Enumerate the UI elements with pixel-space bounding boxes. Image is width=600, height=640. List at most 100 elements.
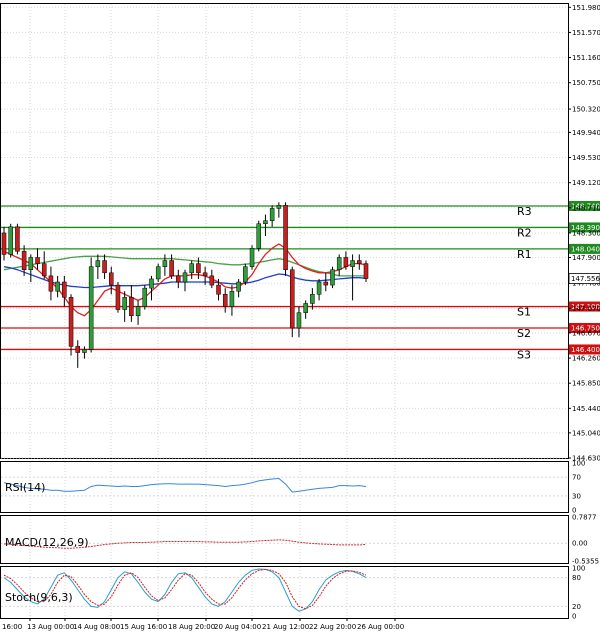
- price-tick-label: 148.710: [572, 204, 600, 212]
- candle[interactable]: [236, 278, 241, 298]
- candle[interactable]: [102, 254, 107, 279]
- candle[interactable]: [263, 214, 268, 237]
- candle[interactable]: [75, 340, 81, 368]
- candle-body: [222, 294, 228, 307]
- level-name-s3: S3: [517, 348, 531, 361]
- candle[interactable]: [269, 205, 275, 227]
- candle-body: [243, 266, 248, 283]
- candle[interactable]: [82, 346, 87, 359]
- candle[interactable]: [88, 257, 94, 353]
- price-tick-label: 151.160: [572, 54, 600, 62]
- candle[interactable]: [15, 223, 20, 255]
- candle-body: [8, 226, 13, 255]
- candle-body: [162, 260, 168, 267]
- candle-body: [115, 284, 121, 310]
- candle[interactable]: [222, 288, 228, 313]
- candle[interactable]: [135, 300, 141, 325]
- candle[interactable]: [189, 260, 194, 279]
- candle-body: [75, 346, 81, 353]
- candle[interactable]: [62, 275, 67, 307]
- candle[interactable]: [303, 300, 308, 319]
- price-tick-label: 145.850: [572, 380, 600, 388]
- price-tick-label: 146.260: [572, 355, 600, 363]
- candle-body: [169, 260, 174, 277]
- rsi-label: RSI(14): [5, 481, 45, 494]
- candle-body: [129, 297, 134, 316]
- candle-body: [310, 294, 315, 304]
- rsi-line: [3, 477, 367, 493]
- candle-body: [122, 297, 127, 310]
- chart-canvas[interactable]: R3 148.740R2 148.390R1 148.040S1 147.100S2 14…: [0, 0, 600, 636]
- candle-body: [68, 297, 74, 347]
- candle[interactable]: [316, 278, 322, 301]
- candle[interactable]: [95, 254, 101, 279]
- pane-frame: [0, 566, 569, 619]
- candle[interactable]: [48, 266, 54, 301]
- candle-body: [182, 272, 188, 283]
- stoch-tick-label: 0: [572, 613, 576, 621]
- candle[interactable]: [55, 275, 60, 298]
- price-tick-label: 146.670: [572, 329, 600, 337]
- candle[interactable]: [176, 269, 181, 289]
- candle-body: [209, 275, 215, 286]
- candle[interactable]: [283, 202, 288, 276]
- candle[interactable]: [155, 263, 161, 283]
- candle[interactable]: [28, 254, 34, 283]
- candle[interactable]: [276, 202, 282, 218]
- candle[interactable]: [209, 269, 215, 289]
- time-axis-label: 14 Aug 08:00: [73, 623, 120, 631]
- candle-body: [196, 263, 201, 274]
- candle[interactable]: [122, 291, 127, 322]
- price-tick-label: 151.980: [572, 4, 600, 12]
- candle-body: [88, 266, 94, 350]
- candle-body: [155, 266, 161, 280]
- time-axis-label: 20 Aug 04:00: [214, 623, 261, 631]
- candle[interactable]: [115, 282, 121, 313]
- candle-body: [41, 263, 47, 277]
- price-tick-label: 147.070: [572, 305, 600, 313]
- candle[interactable]: [108, 266, 114, 295]
- candle-body: [229, 290, 235, 307]
- candle-body: [108, 272, 114, 286]
- candle-body: [316, 281, 322, 295]
- time-axis-label: 16:00: [2, 623, 22, 631]
- candle[interactable]: [182, 269, 188, 292]
- candle[interactable]: [8, 223, 13, 258]
- time-axis-label: 21 Aug 12:00: [262, 623, 309, 631]
- candle-body: [21, 251, 27, 270]
- candle[interactable]: [330, 266, 335, 289]
- rsi-tick-label: 100: [572, 460, 585, 468]
- candle-body: [296, 312, 302, 329]
- candle[interactable]: [1, 226, 7, 261]
- candle[interactable]: [41, 251, 47, 279]
- candle[interactable]: [296, 306, 302, 338]
- candle[interactable]: [149, 275, 154, 301]
- candle[interactable]: [142, 285, 148, 310]
- candle-body: [269, 208, 275, 221]
- rsi-tick-label: 30: [572, 492, 581, 500]
- candle[interactable]: [357, 254, 362, 270]
- candle-body: [283, 205, 288, 270]
- candle-body: [323, 281, 329, 286]
- candle[interactable]: [336, 254, 342, 276]
- candle-body: [303, 303, 308, 313]
- level-name-r3: R3: [517, 205, 532, 218]
- candle-body: [55, 281, 60, 292]
- candle[interactable]: [256, 220, 262, 252]
- candle-body: [28, 257, 34, 270]
- time-axis-label: 22 Aug 20:00: [309, 623, 356, 631]
- candle-body: [256, 223, 262, 249]
- candle[interactable]: [129, 285, 134, 322]
- candle[interactable]: [243, 263, 248, 286]
- candle[interactable]: [35, 248, 40, 270]
- level-name-s2: S2: [517, 327, 531, 340]
- candle[interactable]: [323, 272, 329, 292]
- candle[interactable]: [229, 285, 235, 316]
- level-name-r2: R2: [517, 226, 532, 239]
- candle[interactable]: [363, 260, 369, 283]
- level-price-s3: 146.400: [571, 346, 600, 354]
- candle-body: [276, 205, 282, 209]
- candle[interactable]: [289, 266, 295, 338]
- candle[interactable]: [68, 294, 74, 356]
- candle[interactable]: [249, 245, 255, 270]
